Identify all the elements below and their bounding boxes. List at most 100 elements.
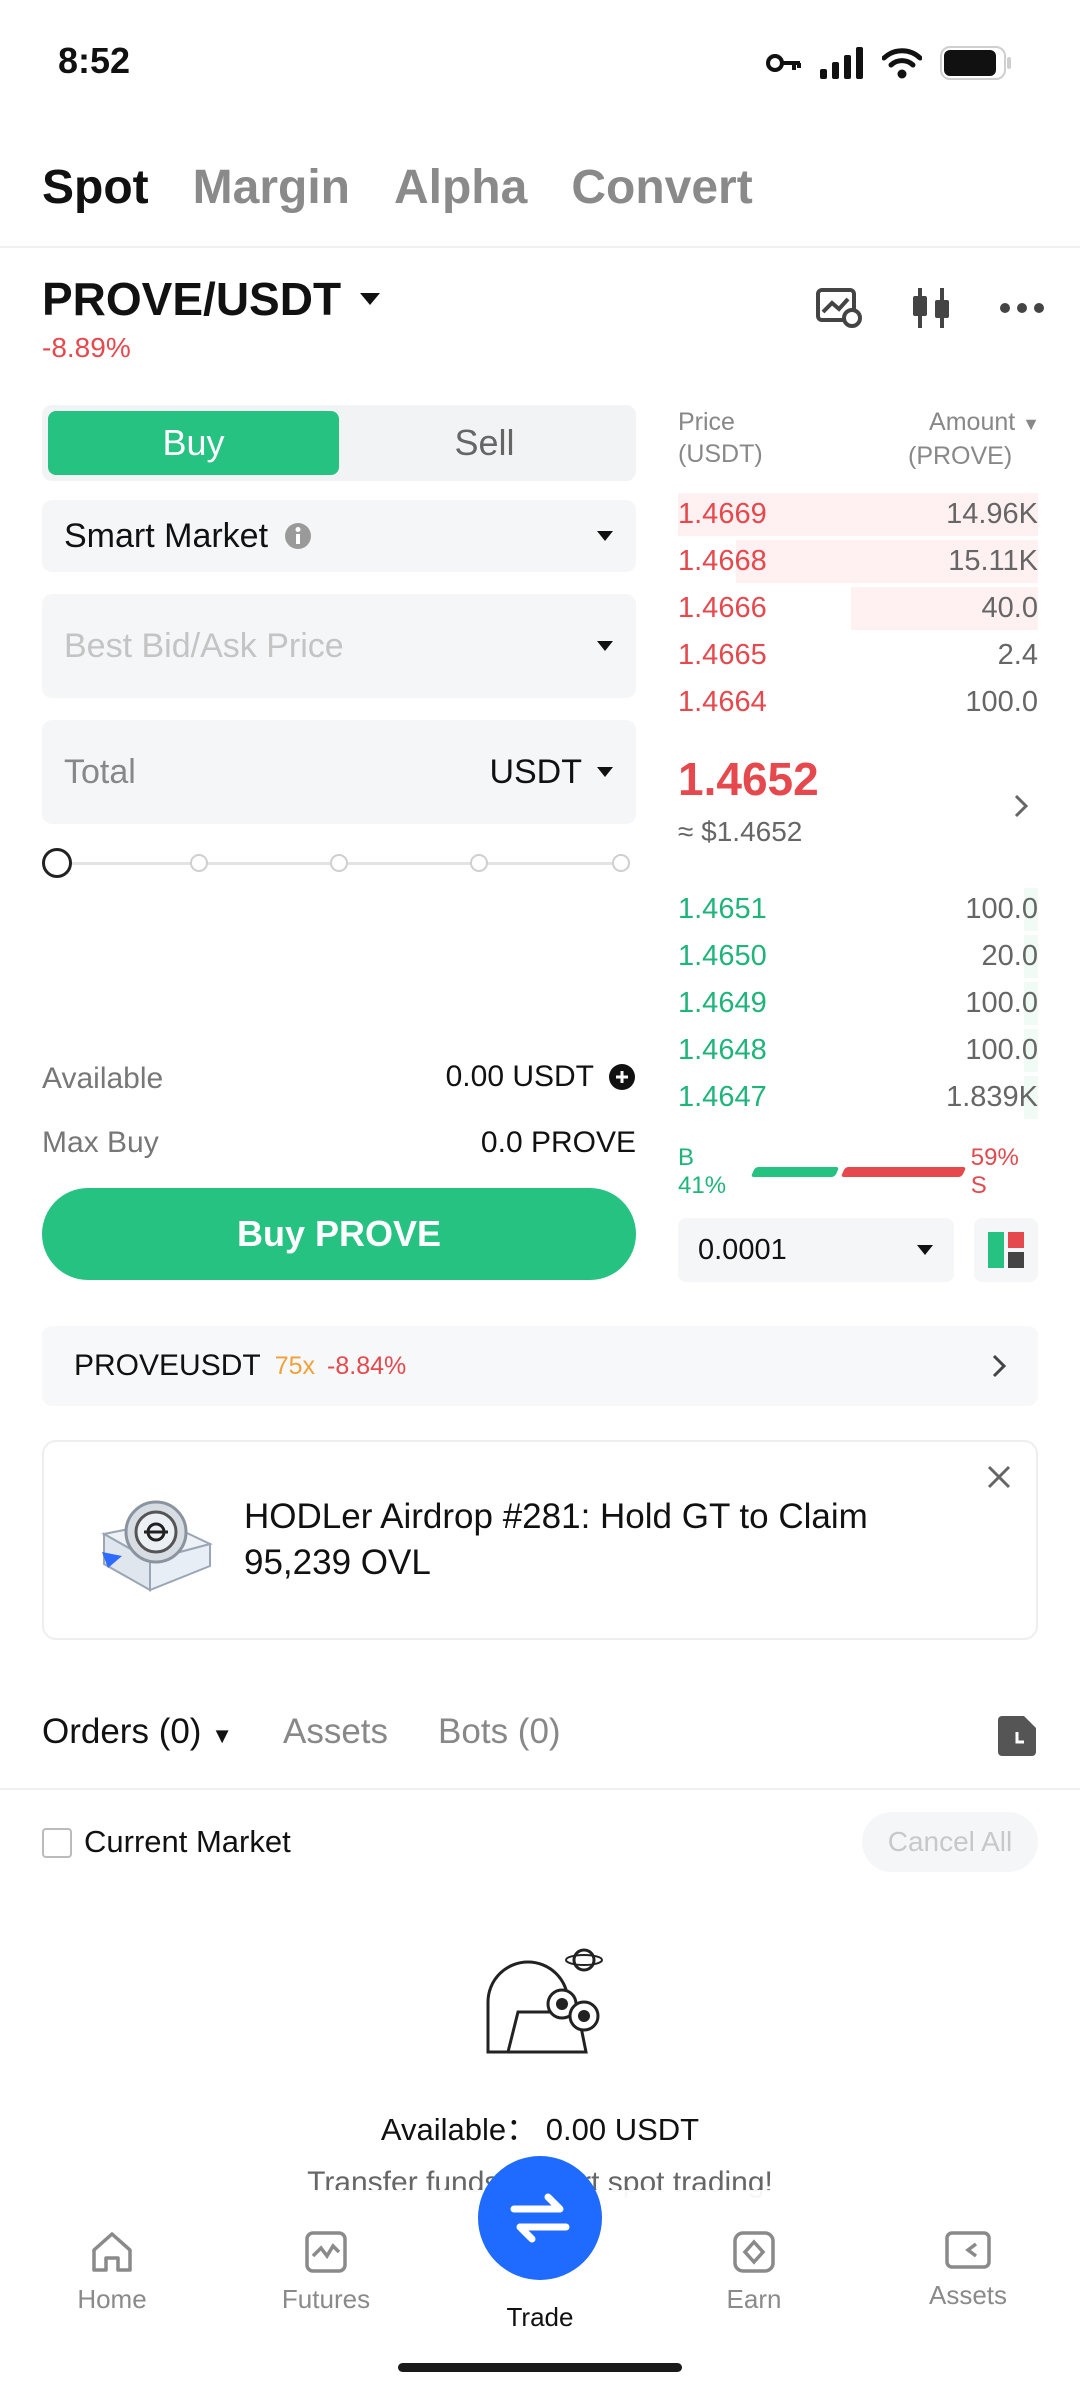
ask-row[interactable]: 1.4669 14.96K (678, 491, 1038, 538)
nav-earn[interactable]: Earn (684, 2230, 824, 2315)
amount-slider[interactable] (42, 848, 636, 878)
price-placeholder: Best Bid/Ask Price (64, 626, 344, 665)
tab-bots[interactable]: Bots (0) (438, 1712, 561, 1752)
orderbook-layout-button[interactable] (974, 1218, 1038, 1282)
chevron-right-icon (992, 1354, 1006, 1378)
layout-icon (988, 1232, 1024, 1268)
buy-sell-toggle: Buy Sell (42, 405, 636, 481)
bid-price: 1.4648 (678, 1034, 767, 1066)
chevron-right-icon[interactable] (1014, 794, 1028, 818)
ask-price: 1.4665 (678, 639, 767, 671)
candlestick-icon[interactable] (910, 286, 952, 330)
wifi-icon (882, 48, 922, 79)
ask-price: 1.4666 (678, 592, 767, 624)
pair-name: PROVE/USDT (42, 273, 342, 325)
more-icon[interactable] (1000, 303, 1044, 313)
ob-amount-header[interactable]: Amount ▼ (PROVE) (880, 406, 1040, 472)
nav-futures-label: Futures (281, 2284, 371, 2314)
signal-icon (820, 47, 863, 79)
sell-tab[interactable]: Sell (339, 411, 630, 475)
pair-selector[interactable]: PROVE/USDT (42, 272, 381, 326)
bid-row[interactable]: 1.4650 20.0 (678, 933, 1038, 980)
tab-convert[interactable]: Convert (571, 160, 752, 215)
ask-row[interactable]: 1.4665 2.4 (678, 632, 1038, 679)
total-input[interactable]: Total USDT (42, 720, 636, 824)
buy-tab[interactable]: Buy (48, 411, 339, 475)
status-time: 8:52 (58, 40, 131, 81)
bid-row[interactable]: 1.4651 100.0 (678, 886, 1038, 933)
ask-amount: 2.4 (997, 639, 1038, 671)
cancel-all-button[interactable]: Cancel All (862, 1812, 1038, 1872)
price-select[interactable]: Best Bid/Ask Price (42, 594, 636, 698)
futures-symbol: PROVEUSDT (74, 1349, 261, 1382)
bid-amount: 1.839K (946, 1081, 1038, 1113)
nav-earn-label: Earn (726, 2284, 782, 2314)
bid-row[interactable]: 1.4649 100.0 (678, 980, 1038, 1027)
bid-amount: 100.0 (965, 1034, 1038, 1066)
nav-assets-label: Assets (928, 2280, 1008, 2310)
futures-link-bar[interactable]: PROVEUSDT 75x -8.84% (42, 1326, 1038, 1406)
close-icon[interactable] (986, 1464, 1012, 1490)
empty-available: Available： 0.00 USDT (380, 2112, 700, 2147)
promo-banner[interactable]: HODLer Airdrop #281: Hold GT to Claim 95… (42, 1440, 1038, 1640)
order-history-icon[interactable] (998, 1716, 1036, 1756)
buy-submit-button[interactable]: Buy PROVE (42, 1188, 636, 1280)
caret-down-icon (597, 767, 613, 777)
tab-orders-label: Orders (0) (42, 1712, 202, 1751)
caret-down-icon (597, 531, 613, 541)
trade-swap-icon (510, 2193, 570, 2243)
ask-amount: 100.0 (965, 686, 1038, 718)
orders-divider (0, 1788, 1080, 1790)
bid-row[interactable]: 1.4648 100.0 (678, 1027, 1038, 1074)
buy-ratio-label: B 41% (678, 1144, 727, 1199)
sell-ratio-label: 59% S (970, 1144, 1019, 1199)
trade-fab-button[interactable] (478, 2156, 602, 2280)
order-type-select[interactable]: Smart Market (42, 500, 636, 572)
add-funds-icon[interactable] (608, 1063, 636, 1091)
nav-home-label: Home (77, 2284, 147, 2314)
pair-change: -8.89% (42, 332, 131, 363)
nav-trade[interactable]: Trade (470, 2302, 610, 2333)
slider-step-25[interactable] (190, 854, 208, 872)
slider-step-100[interactable] (612, 854, 630, 872)
nav-home[interactable]: Home (42, 2230, 182, 2315)
precision-select[interactable]: 0.0001 (678, 1218, 954, 1282)
assets-icon (945, 2231, 991, 2269)
tab-margin[interactable]: Margin (193, 160, 350, 215)
maxbuy-value: 0.0 PROVE (480, 1126, 636, 1159)
buy-ratio-bar (750, 1167, 840, 1177)
tab-alpha[interactable]: Alpha (394, 160, 527, 215)
chart-settings-icon[interactable] (816, 288, 862, 328)
battery-icon (940, 46, 1011, 80)
ob-amount-header-unit: (PROVE) (908, 442, 1013, 470)
slider-step-75[interactable] (470, 854, 488, 872)
maxbuy-label: Max Buy (42, 1126, 159, 1159)
slider-step-50[interactable] (330, 854, 348, 872)
info-icon[interactable] (284, 522, 312, 550)
total-unit[interactable]: USDT (489, 753, 582, 792)
airdrop-illustration (101, 1500, 213, 1592)
tab-orders[interactable]: Orders (0) ▼ (42, 1712, 233, 1752)
futures-icon (305, 2231, 347, 2273)
nav-assets[interactable]: Assets (898, 2230, 1038, 2311)
ob-price-header-label: Price (678, 408, 735, 436)
nav-futures[interactable]: Futures (256, 2230, 396, 2315)
ask-row[interactable]: 1.4668 15.11K (678, 538, 1038, 585)
bid-amount: 100.0 (965, 987, 1038, 1019)
order-type-label: Smart Market (64, 516, 269, 555)
futures-leverage: 75x (274, 1351, 316, 1380)
tab-spot[interactable]: Spot (42, 160, 149, 215)
header-icons (816, 286, 1044, 330)
ask-row[interactable]: 1.4664 100.0 (678, 679, 1038, 726)
banner-text: HODLer Airdrop #281: Hold GT to Claim 95… (244, 1497, 868, 1582)
current-market-checkbox[interactable] (42, 1828, 72, 1858)
bid-row[interactable]: 1.4647 1.839K (678, 1074, 1038, 1121)
ask-row[interactable]: 1.4666 40.0 (678, 585, 1038, 632)
slider-handle[interactable] (42, 848, 72, 878)
available-value: 0.00 USDT (445, 1060, 594, 1093)
bid-price: 1.4650 (678, 940, 767, 972)
tab-assets[interactable]: Assets (283, 1712, 388, 1752)
available-label: Available (42, 1062, 164, 1095)
buy-sell-ratio: B 41% 59% S (678, 1144, 1040, 1199)
ask-price: 1.4664 (678, 686, 767, 718)
